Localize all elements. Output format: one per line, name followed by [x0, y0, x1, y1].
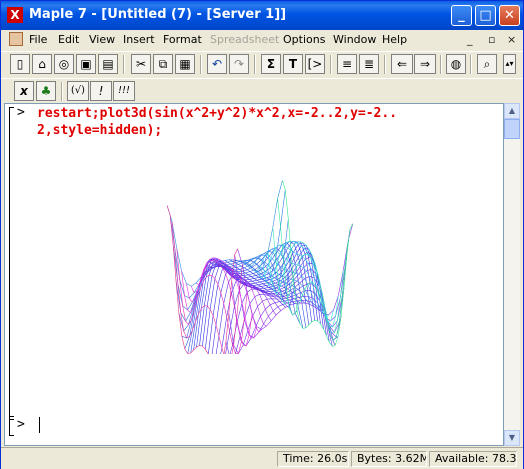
menu-window[interactable]: Window [333, 33, 376, 46]
forward-icon[interactable]: ⇒ [414, 54, 436, 74]
execution-group-bracket[interactable] [9, 107, 14, 420]
mesh-line-1 [169, 189, 286, 299]
text-cursor [39, 417, 40, 433]
toolbar-separator [470, 55, 472, 74]
menu-spreadsheet: Spreadsheet [210, 33, 280, 46]
toolbar-separator [254, 55, 256, 74]
menu-format[interactable]: Format [163, 33, 202, 46]
execute-button[interactable]: ! [90, 81, 112, 101]
maple-leaf-icon[interactable]: ♣ [36, 81, 56, 101]
execgroup-icon[interactable]: [> [305, 54, 325, 74]
scroll-thumb[interactable] [504, 119, 520, 139]
plot3d-surface[interactable] [135, 164, 385, 354]
print-icon[interactable]: ▤ [98, 54, 118, 74]
cut-icon[interactable]: ✂ [131, 54, 151, 74]
execution-group-bracket-2[interactable] [9, 416, 14, 436]
status-time: Time: 26.0s [277, 451, 349, 467]
mdi-restore-button[interactable]: ▫ [488, 33, 495, 46]
sigma-icon[interactable]: Σ [261, 54, 281, 74]
toolbar-separator [330, 55, 332, 74]
maximize-button[interactable]: □ [475, 5, 496, 26]
main-toolbar: ▯ ⌂ ◎ ▣ ▤ ✂ ⧉ ▦ ↶ ↷ Σ T [> ≡ ≣ ⇐ ⇒ ◍ ⌕ ▴… [1, 51, 523, 79]
toolbar-separator [200, 55, 202, 74]
stop-icon[interactable]: ◍ [446, 54, 466, 74]
indent-icon[interactable]: ≣ [359, 54, 379, 74]
worksheet-area[interactable]: > restart;plot3d(sin(x^2+y^2)*x^2,x=-2..… [4, 103, 504, 446]
maple-x-icon[interactable]: X [7, 7, 23, 23]
copy-icon[interactable]: ⧉ [153, 54, 173, 74]
toolbar-separator [384, 55, 386, 74]
minimize-button[interactable]: _ [451, 5, 472, 26]
toolbar-separator [123, 55, 125, 74]
back-icon[interactable]: ⇐ [391, 54, 413, 74]
scroll-down-arrow-icon[interactable]: ▼ [504, 430, 520, 446]
outdent-icon[interactable]: ≡ [337, 54, 357, 74]
context-toolbar: x ♣ (√) ! !!! [1, 78, 523, 103]
status-bar: Time: 26.0s Bytes: 3.62M Available: 78.3… [1, 447, 523, 469]
menu-insert[interactable]: Insert [123, 33, 155, 46]
open-icon[interactable]: ⌂ [32, 54, 52, 74]
mdi-close-button[interactable]: × [507, 33, 516, 46]
math-mode-button[interactable]: x [14, 81, 34, 101]
menu-bar: File Edit View Insert Format Spreadsheet… [1, 30, 523, 50]
close-button[interactable]: ✕ [499, 5, 520, 26]
mdi-minimize-button[interactable]: _ [467, 33, 473, 46]
redo-icon[interactable]: ↷ [229, 54, 249, 74]
toolbar-separator [440, 55, 442, 74]
menu-options[interactable]: Options [283, 33, 325, 46]
parens-button[interactable]: (√) [67, 81, 89, 101]
status-bytes: Bytes: 3.62M [351, 451, 427, 467]
maple-input-line-2[interactable]: 2,style=hidden); [37, 122, 162, 139]
app-window: X Maple 7 - [Untitled (7) - [Server 1]] … [0, 0, 524, 469]
menu-file[interactable]: File [29, 33, 47, 46]
window-title: Maple 7 - [Untitled (7) - [Server 1]] [29, 7, 287, 22]
mesh-line-0 [166, 180, 283, 287]
document-icon[interactable] [9, 32, 23, 46]
text-icon[interactable]: T [283, 54, 303, 74]
execute-all-button[interactable]: !!! [113, 81, 135, 101]
status-available: Available: 78.3M [429, 451, 517, 467]
menu-help[interactable]: Help [382, 33, 407, 46]
title-bar[interactable]: X Maple 7 - [Untitled (7) - [Server 1]] … [1, 1, 523, 30]
zoom-icon[interactable]: ⌕ [477, 54, 497, 74]
menu-edit[interactable]: Edit [58, 33, 79, 46]
toolbar-separator [61, 82, 63, 101]
menu-view[interactable]: View [89, 33, 115, 46]
input-prompt-2: > [17, 417, 25, 432]
paste-icon[interactable]: ▦ [175, 54, 195, 74]
maple-input-line-1[interactable]: restart;plot3d(sin(x^2+y^2)*x^2,x=-2..2,… [37, 105, 397, 122]
toolbar-scroll-arrows[interactable]: ▴▾ [503, 54, 516, 74]
new-icon[interactable]: ▯ [10, 54, 30, 74]
scroll-up-arrow-icon[interactable]: ▲ [504, 103, 520, 119]
vertical-scrollbar[interactable]: ▲ ▼ [504, 103, 520, 446]
save-icon[interactable]: ▣ [76, 54, 96, 74]
open-url-icon[interactable]: ◎ [54, 54, 74, 74]
input-prompt: > [17, 105, 25, 120]
undo-icon[interactable]: ↶ [207, 54, 227, 74]
